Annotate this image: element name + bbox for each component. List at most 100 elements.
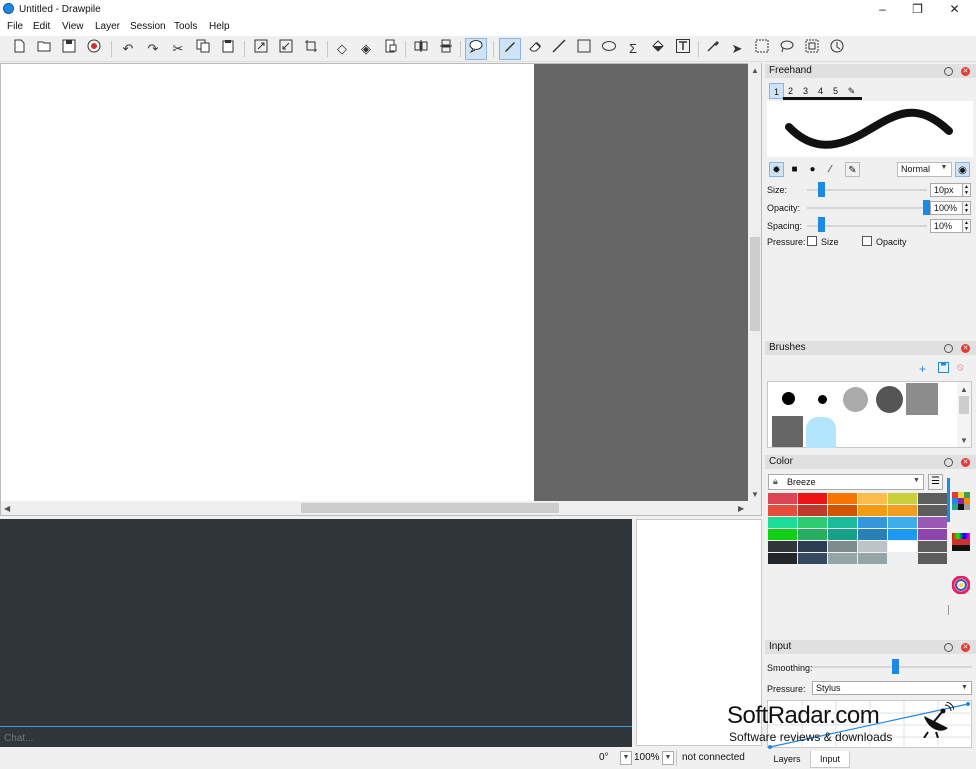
close-dock-icon[interactable]: ✕ — [961, 344, 970, 353]
paste-icon[interactable] — [218, 39, 238, 59]
colorpicker-icon[interactable] — [703, 39, 723, 59]
horizontal-scroll-thumb[interactable] — [301, 503, 559, 513]
close-dock-icon[interactable]: ✕ — [961, 458, 970, 467]
bezier-icon[interactable]: Σ — [623, 39, 643, 59]
smoothing-slider[interactable] — [892, 659, 899, 674]
palette-swatch[interactable] — [828, 493, 857, 504]
maximize-button[interactable]: ❐ — [901, 0, 934, 19]
scroll-left-arrow[interactable]: ◀ — [4, 504, 10, 513]
palette-dropdown-icon[interactable]: ▼ — [913, 477, 920, 484]
size-spinbox[interactable]: 10px — [930, 183, 964, 197]
copy-icon[interactable] — [193, 39, 213, 59]
palette-swatch[interactable] — [858, 529, 887, 540]
blend-dropdown-icon[interactable]: ▼ — [938, 162, 950, 176]
save-brush-icon[interactable] — [938, 362, 949, 376]
brush-preset[interactable] — [876, 386, 903, 413]
ellipse-icon[interactable] — [599, 39, 619, 59]
spacing-spinbox[interactable]: 10% — [930, 219, 964, 233]
new-icon[interactable] — [9, 39, 29, 59]
rectangle-icon[interactable] — [574, 39, 594, 59]
pressure-opacity-checkbox[interactable] — [862, 236, 872, 246]
scroll-up-arrow[interactable]: ▲ — [751, 66, 759, 75]
brush-preset[interactable] — [906, 383, 938, 415]
undo-icon[interactable]: ↶ — [118, 39, 138, 59]
palette-swatch[interactable] — [828, 529, 857, 540]
palette-swatch[interactable] — [888, 541, 917, 552]
palette-swatch[interactable] — [888, 493, 917, 504]
round-brush-icon[interactable]: ✹ — [769, 162, 784, 177]
palette-menu-icon[interactable]: ☰ — [928, 474, 943, 490]
select-rect-icon[interactable] — [752, 39, 772, 59]
brush-list[interactable] — [767, 381, 972, 448]
brush-scroll-thumb[interactable] — [959, 396, 969, 414]
smudge-icon[interactable]: ⁄ — [823, 162, 838, 177]
menu-edit[interactable]: Edit — [33, 21, 50, 32]
laser-icon[interactable]: ➤ — [727, 39, 747, 59]
palette-swatch[interactable] — [798, 505, 827, 516]
redo-icon[interactable]: ↷ — [143, 39, 163, 59]
save-icon[interactable] — [59, 39, 79, 59]
vertical-scroll-thumb[interactable] — [750, 237, 760, 331]
color-sliders-icon[interactable] — [952, 533, 970, 551]
chat-icon[interactable] — [465, 38, 487, 60]
brush-preset[interactable] — [818, 395, 827, 404]
preset-tab-1[interactable]: 1 — [769, 83, 784, 99]
palette-swatch[interactable] — [768, 553, 797, 564]
zoom-icon[interactable] — [802, 39, 822, 59]
zoom-value[interactable]: 100% — [634, 752, 660, 763]
palette-swatch[interactable] — [768, 517, 797, 528]
float-icon[interactable] — [944, 458, 953, 467]
shrink-icon[interactable] — [276, 39, 296, 59]
scroll-down-arrow[interactable]: ▼ — [751, 490, 759, 499]
chat-input[interactable] — [4, 731, 624, 745]
palette-swatch[interactable] — [888, 553, 917, 564]
palette-swatch[interactable] — [888, 517, 917, 528]
menu-help[interactable]: Help — [209, 21, 230, 32]
layout-icon[interactable] — [411, 39, 431, 59]
close-window-button[interactable]: ✕ — [938, 0, 971, 19]
flip-icon[interactable]: ◇ — [332, 39, 352, 59]
spacing-slider-track[interactable] — [807, 225, 927, 227]
mirror-icon[interactable]: ◈ — [356, 39, 376, 59]
spacing-spin-buttons[interactable]: ▲ ▼ — [962, 219, 971, 233]
fill-icon[interactable] — [648, 39, 668, 59]
crop-icon[interactable] — [301, 39, 321, 59]
eraser-icon[interactable] — [525, 39, 545, 59]
rotation-value[interactable]: 0° — [599, 752, 609, 763]
palette-swatch[interactable] — [888, 529, 917, 540]
canvas-page[interactable] — [1, 64, 534, 501]
palette-swatch[interactable] — [768, 493, 797, 504]
palette-swatch[interactable] — [918, 517, 947, 528]
brush-preset[interactable] — [843, 387, 868, 412]
palette-swatch[interactable] — [918, 505, 947, 516]
palette-select[interactable]: Breeze — [768, 474, 924, 490]
float-icon[interactable] — [944, 67, 953, 76]
scroll-right-arrow[interactable]: ▶ — [738, 504, 744, 513]
text-icon[interactable] — [673, 39, 693, 59]
inspector-icon[interactable] — [827, 39, 847, 59]
delete-brush-icon[interactable]: ⦸ — [957, 362, 964, 373]
palette-swatch[interactable] — [828, 553, 857, 564]
menu-layer[interactable]: Layer — [95, 21, 120, 32]
soft-brush-icon[interactable]: ● — [805, 162, 820, 177]
lock-alpha-icon[interactable]: ◉ — [955, 162, 970, 177]
spacing-slider[interactable] — [818, 217, 825, 232]
palette-swatch[interactable] — [888, 505, 917, 516]
pressure-size-checkbox[interactable] — [807, 236, 817, 246]
palette-swatch[interactable] — [798, 493, 827, 504]
palette-swatch[interactable] — [918, 553, 947, 564]
select-lasso-icon[interactable] — [777, 39, 797, 59]
layout-vertical-icon[interactable] — [436, 39, 456, 59]
brush-preset[interactable] — [772, 416, 803, 447]
menu-tools[interactable]: Tools — [174, 21, 197, 32]
palette-swatch[interactable] — [858, 553, 887, 564]
palette-swatch[interactable] — [858, 517, 887, 528]
palette-swatch[interactable] — [918, 493, 947, 504]
eraser-mode-icon[interactable]: ✎ — [845, 162, 860, 177]
palette-swatch[interactable] — [768, 541, 797, 552]
palette-view-icon[interactable] — [952, 492, 970, 510]
size-spin-buttons[interactable]: ▲ ▼ — [962, 183, 971, 197]
float-icon[interactable] — [944, 643, 953, 652]
tab-layers[interactable]: Layers — [767, 751, 807, 768]
palette-swatch[interactable] — [828, 541, 857, 552]
